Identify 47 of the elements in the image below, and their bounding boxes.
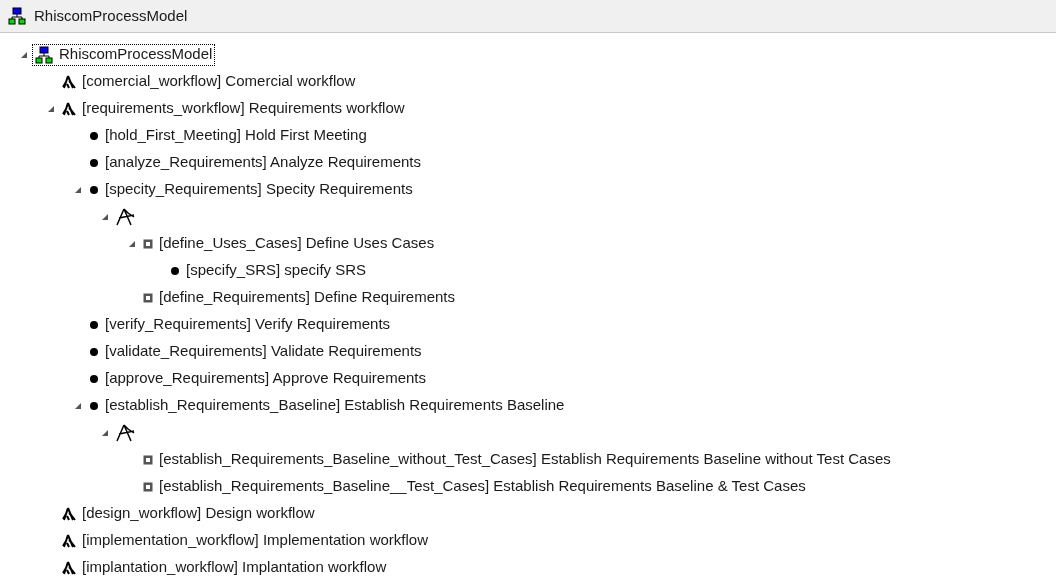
workflow-icon bbox=[62, 506, 76, 521]
expand-arrow-icon[interactable] bbox=[128, 239, 136, 248]
dot-icon bbox=[89, 400, 99, 411]
tree-item[interactable]: [analyze_Requirements] Analyze Requirements bbox=[86, 151, 424, 174]
hierarchy-icon bbox=[35, 45, 53, 64]
workflow-icon bbox=[62, 101, 76, 116]
tree-item[interactable]: [implantation_workflow] Implantation workflow bbox=[59, 556, 390, 579]
tree-item[interactable]: [specity_Requirements] Specity Requirements bbox=[86, 178, 416, 201]
square-icon bbox=[143, 481, 153, 492]
fork-icon bbox=[116, 207, 136, 226]
expand-arrow-icon[interactable] bbox=[74, 401, 82, 410]
workflow-icon bbox=[62, 533, 76, 548]
tree-item[interactable]: [specify_SRS] specify SRS bbox=[167, 259, 370, 282]
expand-arrow-icon[interactable] bbox=[47, 104, 55, 113]
tree-item[interactable]: [verify_Requirements] Verify Requirements bbox=[86, 313, 394, 336]
fork-icon bbox=[116, 423, 136, 442]
tree-item[interactable]: [requirements_workflow] Requirements workflow bbox=[59, 97, 408, 120]
tree-item[interactable]: [comercial_workflow] Comercial workflow bbox=[59, 70, 359, 93]
expand-arrow-icon[interactable] bbox=[74, 185, 82, 194]
tree-item[interactable]: [establish_Requirements_Baseline] Establish Requirements Baseline bbox=[86, 394, 568, 417]
tree-item[interactable]: [design_workflow] Design workflow bbox=[59, 502, 318, 525]
dot-icon bbox=[89, 184, 99, 195]
tree-item[interactable]: [establish_Requirements_Baseline_without_Test_Cases] Establish Requirements Baseline without Test Cases bbox=[140, 448, 894, 471]
expand-arrow-icon[interactable] bbox=[20, 50, 28, 59]
workflow-icon bbox=[62, 74, 76, 89]
expand-arrow-icon[interactable] bbox=[101, 212, 109, 221]
workflow-icon bbox=[62, 560, 76, 575]
tree-item[interactable]: [establish_Requirements_Baseline__Test_Cases] Establish Requirements Baseline & Test Cases bbox=[140, 475, 809, 498]
tree-item[interactable]: RhiscomProcessModel bbox=[32, 43, 216, 66]
tree-item[interactable]: [validate_Requirements] Validate Requirements bbox=[86, 340, 425, 363]
dot-icon bbox=[170, 265, 180, 276]
hierarchy-icon bbox=[8, 7, 26, 25]
tree-item[interactable]: [define_Requirements] Define Requirements bbox=[140, 286, 458, 309]
dot-icon bbox=[89, 373, 99, 384]
dot-icon bbox=[89, 130, 99, 141]
header-title: RhiscomProcessModel bbox=[34, 5, 188, 26]
expand-arrow-icon[interactable] bbox=[101, 428, 109, 437]
dot-icon bbox=[89, 157, 99, 168]
square-icon bbox=[143, 454, 153, 465]
tree-item[interactable]: [approve_Requirements] Approve Requirements bbox=[86, 367, 429, 390]
square-icon bbox=[143, 238, 153, 249]
tree-item[interactable]: [implementation_workflow] Implementation workflow bbox=[59, 529, 431, 552]
tree-item[interactable]: [define_Uses_Cases] Define Uses Cases bbox=[140, 232, 438, 255]
dot-icon bbox=[89, 346, 99, 357]
square-icon bbox=[143, 292, 153, 303]
dot-icon bbox=[89, 319, 99, 330]
tree-item[interactable]: [hold_First_Meeting] Hold First Meeting bbox=[86, 124, 370, 147]
